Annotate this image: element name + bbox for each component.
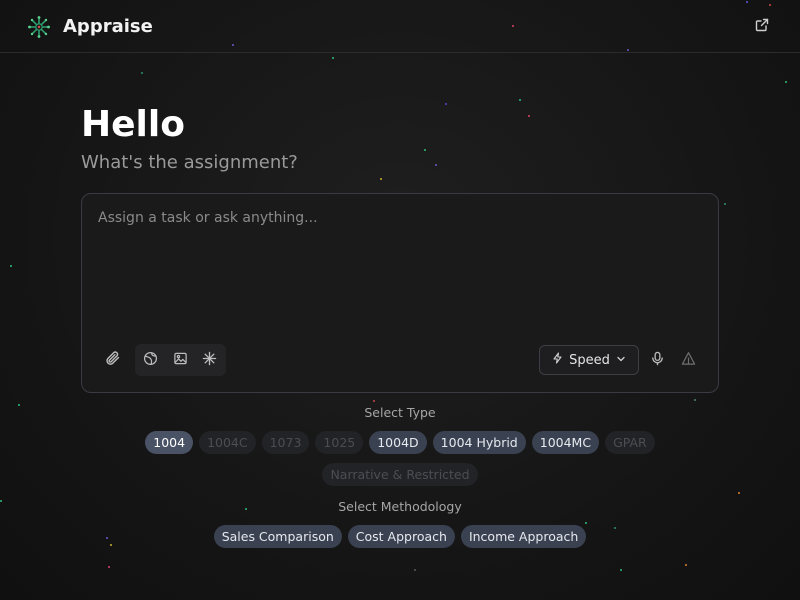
select-methodology-label: Select Methodology: [338, 499, 462, 514]
method-chip-income-approach[interactable]: Income Approach: [460, 525, 587, 548]
send-button[interactable]: [676, 348, 700, 372]
type-chip-1004mc[interactable]: 1004MC: [531, 431, 600, 454]
app-title: Appraise: [63, 16, 153, 37]
select-type-label: Select Type: [364, 405, 436, 420]
external-link-icon: [755, 17, 769, 36]
sparkle-logo-icon: [27, 15, 51, 39]
web-search-button[interactable]: [138, 348, 162, 372]
type-chip-row: 1004 1004C 1073 1025 1004D 1004 Hybrid 1…: [0, 431, 800, 454]
type-chip-1004-hybrid[interactable]: 1004 Hybrid: [432, 431, 526, 454]
task-input[interactable]: [98, 210, 698, 320]
image-icon: [173, 351, 188, 370]
skills-button[interactable]: [197, 348, 221, 372]
mic-icon: [650, 351, 665, 370]
external-link-button[interactable]: [752, 16, 772, 36]
type-chip-narrative-restricted[interactable]: Narrative & Restricted: [322, 463, 478, 486]
image-button[interactable]: [168, 348, 192, 372]
attach-icon: [105, 350, 121, 370]
type-chip-1004c[interactable]: 1004C: [199, 431, 256, 454]
method-chip-cost-approach[interactable]: Cost Approach: [347, 525, 455, 548]
lightning-icon: [552, 352, 563, 368]
attach-button[interactable]: [101, 348, 125, 372]
asterisk-icon: [202, 351, 217, 370]
type-chip-1004d[interactable]: 1004D: [369, 431, 427, 454]
greeting-subtitle: What's the assignment?: [81, 152, 298, 173]
type-chip-1004[interactable]: 1004: [145, 431, 194, 454]
greeting-heading: Hello: [81, 104, 185, 145]
methodology-chip-row: Sales Comparison Cost Approach Income Ap…: [0, 525, 800, 548]
task-composer: Speed: [81, 193, 719, 393]
method-chip-sales-comparison[interactable]: Sales Comparison: [213, 525, 342, 548]
send-triangle-icon: [681, 351, 696, 370]
top-bar: Appraise: [0, 0, 800, 53]
type-chip-row-2: Narrative & Restricted: [0, 463, 800, 486]
globe-icon: [143, 351, 158, 370]
type-chip-1073[interactable]: 1073: [261, 431, 310, 454]
mode-select[interactable]: Speed: [539, 345, 639, 375]
voice-input-button[interactable]: [645, 348, 669, 372]
type-chip-gpar[interactable]: GPAR: [605, 431, 655, 454]
type-chip-1025[interactable]: 1025: [315, 431, 364, 454]
chevron-down-icon: [616, 353, 626, 368]
mode-label: Speed: [569, 352, 610, 368]
tools-group: [135, 344, 226, 376]
